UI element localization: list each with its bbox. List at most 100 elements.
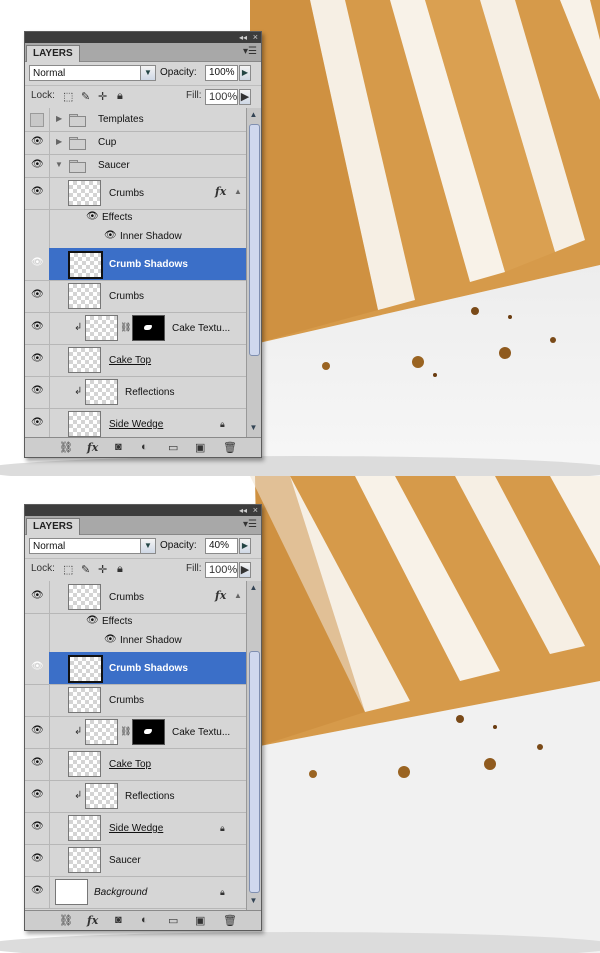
layer-mask-thumbnail[interactable] bbox=[132, 315, 165, 341]
expand-triangle-icon[interactable]: ▶ bbox=[56, 114, 62, 123]
link-icon[interactable]: ⛓︎ bbox=[120, 322, 131, 333]
blend-mode-select[interactable]: Normal ▼ bbox=[29, 538, 156, 554]
opacity-input[interactable]: 100% bbox=[205, 65, 238, 81]
layer-row-crumbs-fx[interactable]: 👁︎ Crumbs fx ▲ bbox=[25, 581, 247, 614]
eye-icon[interactable]: 👁︎ bbox=[31, 590, 44, 601]
eye-icon[interactable]: 👁︎ bbox=[31, 353, 44, 364]
effects-row[interactable]: 👁︎ Effects bbox=[25, 613, 247, 631]
effect-row-inner-shadow[interactable]: 👁︎ Inner Shadow bbox=[25, 631, 247, 653]
eye-icon[interactable]: 👁︎ bbox=[31, 853, 44, 864]
collapse-icon[interactable]: ◂◂ bbox=[239, 33, 247, 42]
layer-row-saucer-group[interactable]: 👁︎ ▼ Saucer bbox=[25, 154, 247, 178]
visibility-toggle[interactable]: 👁︎ bbox=[25, 408, 50, 437]
adjustment-layer-icon[interactable]: ◐ bbox=[141, 441, 148, 453]
eye-icon[interactable]: 👁︎ bbox=[31, 289, 44, 300]
eye-icon[interactable]: 👁︎ bbox=[31, 321, 44, 332]
eye-icon[interactable]: 👁︎ bbox=[31, 136, 44, 147]
fx-icon[interactable]: fx bbox=[215, 589, 226, 602]
visibility-toggle[interactable] bbox=[25, 684, 50, 716]
eye-icon[interactable]: 👁︎ bbox=[31, 257, 44, 268]
new-layer-icon[interactable]: ▣ bbox=[195, 914, 205, 927]
opacity-input[interactable]: 40% bbox=[205, 538, 238, 554]
lock-transparent-icon[interactable]: ⬚ bbox=[63, 563, 73, 576]
link-icon[interactable]: ⛓︎ bbox=[59, 441, 73, 454]
tab-layers[interactable]: LAYERS bbox=[26, 45, 80, 62]
lock-all-icon[interactable]: 🔒︎ bbox=[117, 90, 123, 103]
effects-row[interactable]: 👁︎ Effects bbox=[25, 209, 247, 227]
eye-icon[interactable]: 👁︎ bbox=[31, 885, 44, 896]
visibility-toggle[interactable]: 👁︎ bbox=[25, 780, 50, 812]
fx-icon[interactable]: fx bbox=[215, 185, 226, 198]
trash-icon[interactable]: 🗑︎ bbox=[223, 441, 237, 454]
scroll-down-icon[interactable]: ▼ bbox=[248, 423, 259, 435]
eye-icon[interactable]: 👁︎ bbox=[104, 634, 117, 645]
eye-icon[interactable]: 👁︎ bbox=[31, 385, 44, 396]
panel-menu-icon[interactable]: ▾☰ bbox=[243, 46, 257, 57]
fill-slider-button[interactable]: ▶ bbox=[239, 562, 251, 578]
visibility-toggle[interactable]: 👁︎ bbox=[25, 177, 50, 209]
adjustment-layer-icon[interactable]: ◐ bbox=[141, 914, 148, 926]
scrollbar-thumb[interactable] bbox=[249, 651, 260, 893]
layer-row-cup[interactable]: 👁︎ ▶ Cup bbox=[25, 131, 247, 155]
lock-transparent-icon[interactable]: ⬚ bbox=[63, 90, 73, 103]
layer-row-saucer[interactable]: 👁︎ Saucer bbox=[25, 844, 247, 877]
layer-row-crumbs[interactable]: Crumbs bbox=[25, 684, 247, 717]
fx-icon[interactable]: fx bbox=[87, 914, 98, 927]
eye-icon[interactable]: 👁︎ bbox=[31, 757, 44, 768]
new-group-icon[interactable]: ▭ bbox=[168, 441, 178, 454]
effects-toggle-icon[interactable]: ▲ bbox=[234, 591, 242, 600]
visibility-toggle[interactable]: 👁︎ bbox=[25, 748, 50, 780]
lock-paint-icon[interactable]: ✎ bbox=[81, 563, 90, 576]
layer-row-crumbs[interactable]: 👁︎ Crumbs bbox=[25, 280, 247, 313]
scrollbar-thumb[interactable] bbox=[249, 124, 260, 356]
visibility-toggle[interactable]: 👁︎ bbox=[25, 581, 50, 613]
visibility-toggle[interactable]: 👁︎ bbox=[25, 248, 50, 280]
lock-all-icon[interactable]: 🔒︎ bbox=[117, 563, 123, 576]
layers-scrollbar[interactable]: ▲ ▼ bbox=[246, 108, 261, 437]
layer-row-cake-top[interactable]: 👁︎ Cake Top bbox=[25, 344, 247, 377]
effect-row-inner-shadow[interactable]: 👁︎ Inner Shadow bbox=[25, 227, 247, 249]
close-icon[interactable]: × bbox=[253, 505, 258, 515]
fill-slider-button[interactable]: ▶ bbox=[239, 89, 251, 105]
scroll-down-icon[interactable]: ▼ bbox=[248, 896, 259, 908]
visibility-toggle[interactable]: 👁︎ bbox=[25, 652, 50, 684]
visibility-toggle[interactable]: 👁︎ bbox=[25, 312, 50, 344]
expand-triangle-icon[interactable]: ▶ bbox=[56, 137, 62, 146]
layer-row-reflections[interactable]: 👁︎ ↲ Reflections bbox=[25, 780, 247, 813]
visibility-toggle[interactable]: 👁︎ bbox=[25, 131, 50, 154]
eye-icon[interactable]: 👁︎ bbox=[31, 159, 44, 170]
layers-scrollbar[interactable]: ▲ ▼ bbox=[246, 581, 261, 910]
visibility-toggle[interactable]: 👁︎ bbox=[25, 812, 50, 844]
close-icon[interactable]: × bbox=[253, 32, 258, 42]
layer-row-side-wedge[interactable]: 👁︎ Side Wedge 🔒︎ bbox=[25, 408, 247, 437]
layer-row-cake-top[interactable]: 👁︎ Cake Top bbox=[25, 748, 247, 781]
blend-mode-select[interactable]: Normal ▼ bbox=[29, 65, 156, 81]
collapse-icon[interactable]: ◂◂ bbox=[239, 506, 247, 515]
link-icon[interactable]: ⛓︎ bbox=[120, 726, 131, 737]
eye-icon[interactable]: 👁︎ bbox=[86, 615, 99, 626]
eye-icon[interactable]: 👁︎ bbox=[31, 661, 44, 672]
scroll-up-icon[interactable]: ▲ bbox=[248, 583, 259, 595]
link-icon[interactable]: ⛓︎ bbox=[59, 914, 73, 927]
visibility-toggle[interactable] bbox=[25, 108, 50, 131]
eye-icon[interactable]: 👁︎ bbox=[104, 230, 117, 241]
eye-icon[interactable]: 👁︎ bbox=[31, 821, 44, 832]
eye-icon[interactable]: 👁︎ bbox=[86, 211, 99, 222]
eye-icon[interactable]: 👁︎ bbox=[31, 725, 44, 736]
layer-row-crumbs-fx[interactable]: 👁︎ Crumbs fx ▲ bbox=[25, 177, 247, 210]
layer-row-cake-texture[interactable]: 👁︎ ↲ ⛓︎ Cake Textu... bbox=[25, 716, 247, 749]
add-mask-icon[interactable]: ◙ bbox=[115, 914, 122, 926]
opacity-slider-button[interactable]: ▶ bbox=[239, 65, 251, 81]
eye-icon[interactable]: 👁︎ bbox=[31, 417, 44, 428]
fill-input[interactable]: 100% bbox=[205, 562, 238, 578]
visibility-toggle[interactable]: 👁︎ bbox=[25, 344, 50, 376]
fill-input[interactable]: 100% bbox=[205, 89, 238, 105]
effects-toggle-icon[interactable]: ▲ bbox=[234, 187, 242, 196]
visibility-toggle[interactable]: 👁︎ bbox=[25, 716, 50, 748]
lock-position-icon[interactable]: ✛ bbox=[98, 90, 107, 103]
tab-layers[interactable]: LAYERS bbox=[26, 518, 80, 535]
scroll-up-icon[interactable]: ▲ bbox=[248, 110, 259, 122]
chevron-down-icon[interactable]: ▼ bbox=[140, 66, 155, 80]
new-layer-icon[interactable]: ▣ bbox=[195, 441, 205, 454]
layer-row-templates[interactable]: ▶ Templates bbox=[25, 108, 247, 132]
